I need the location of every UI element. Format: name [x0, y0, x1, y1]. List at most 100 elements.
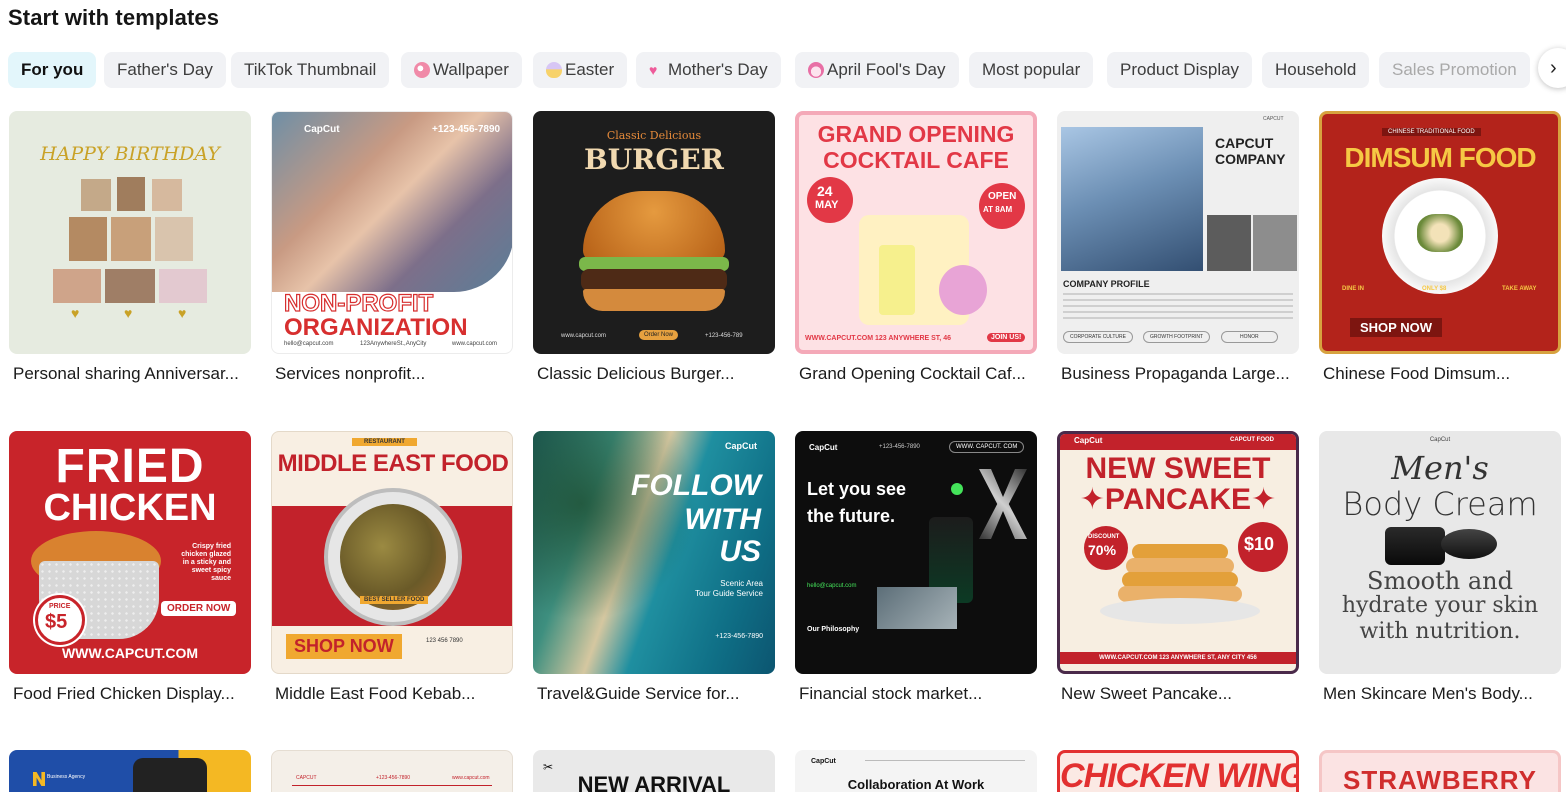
category-tabs: For you Father's Day TikTok Thumbnail Wa… — [8, 52, 1566, 88]
template-card[interactable]: Business Agency — [9, 750, 251, 792]
template-thumbnail[interactable]: CHICKEN WINGS — [1057, 750, 1299, 792]
thumb-button: SHOP NOW — [286, 634, 402, 659]
heart-icon: ♥ — [649, 62, 658, 78]
template-thumbnail[interactable]: STRAWBERRY — [1319, 750, 1561, 792]
template-thumbnail[interactable]: Classic Delicious BURGER www.capcut.com … — [533, 111, 775, 354]
thumb-site: www.capcut.com — [561, 333, 607, 339]
thumb-phone: +123-456-7890 — [432, 124, 501, 135]
template-title[interactable]: Food Fried Chicken Display... — [13, 684, 251, 704]
template-thumbnail[interactable]: CapCut FOLLOW WITH US Scenic Area Tour G… — [533, 431, 775, 674]
tab-most-popular[interactable]: Most popular — [969, 52, 1094, 88]
template-card[interactable]: GRAND OPENING COCKTAIL CAFE 24 MAY OPEN … — [795, 111, 1037, 384]
template-thumbnail[interactable]: HAPPY BIRTHDAY ♥ ♥ ♥ — [9, 111, 251, 354]
tab-label: Wallpaper — [433, 60, 509, 79]
thumb-brand: Business Agency — [47, 774, 86, 780]
template-card[interactable]: CapCut CAPCUT FOOD NEW SWEET ✦PANCAKE✦ D… — [1057, 431, 1299, 704]
thumb-date-month: MAY — [815, 199, 839, 211]
template-card[interactable]: STRAWBERRY — [1319, 750, 1561, 792]
template-card[interactable]: CapCut FOLLOW WITH US Scenic Area Tour G… — [533, 431, 775, 704]
template-title[interactable]: Chinese Food Dimsum... — [1323, 364, 1561, 384]
template-thumbnail[interactable]: CapCut +123-456-7890 NON-PROFIT ORGANIZA… — [271, 111, 513, 354]
template-title[interactable]: Financial stock market... — [799, 684, 1037, 704]
thumb-brand: CapCut — [304, 124, 340, 135]
thumb-philosophy: Our Philosophy — [807, 626, 860, 633]
template-thumbnail[interactable]: CHINESE TRADITIONAL FOOD DIMSUM FOOD DIN… — [1319, 111, 1561, 354]
template-title[interactable]: Middle East Food Kebab... — [275, 684, 513, 704]
thumb-brand: CapCut — [725, 441, 757, 451]
template-thumbnail[interactable]: GRAND OPENING COCKTAIL CAFE 24 MAY OPEN … — [795, 111, 1037, 354]
heart-icon: ♥ — [124, 305, 133, 321]
template-card[interactable]: CHINESE TRADITIONAL FOOD DIMSUM FOOD DIN… — [1319, 111, 1561, 384]
template-title[interactable]: Business Propaganda Large... — [1061, 364, 1299, 384]
thumb-line2: the future. — [807, 506, 895, 526]
template-card[interactable]: CapCut +123-456-7890 NON-PROFIT ORGANIZA… — [271, 111, 513, 384]
thumb-pct: 70% — [1088, 542, 1117, 558]
thumb-headline: NEW ARRIVAL — [577, 772, 731, 792]
template-card[interactable]: HAPPY BIRTHDAY ♥ ♥ ♥ Personal sharing An… — [9, 111, 251, 384]
template-title[interactable]: Classic Delicious Burger... — [537, 364, 775, 384]
thumb-site: WWW.CAPCUT.COM — [61, 645, 199, 661]
tab-label: Product Display — [1120, 60, 1240, 79]
thumb-desc: Crispy fried chicken glazed in a sticky … — [181, 543, 231, 582]
template-thumbnail[interactable]: CapCut +123-456-7890 WWW. CAPCUT. COM Le… — [795, 431, 1037, 674]
thumb-price: ONLY $8 — [1422, 286, 1447, 292]
tab-label: Household — [1275, 60, 1357, 79]
thumb-join: JOIN US! — [987, 333, 1026, 342]
template-card[interactable]: CapCut Collaboration At Work — [795, 750, 1037, 792]
thumb-brand: CapCut — [811, 758, 836, 765]
tab-sales-promotion[interactable]: Sales Promotion — [1379, 52, 1530, 88]
template-card[interactable]: Classic Delicious BURGER www.capcut.com … — [533, 111, 775, 384]
template-title[interactable]: Personal sharing Anniversar... — [13, 364, 251, 384]
thumb-line3: US — [719, 535, 761, 568]
tab-wallpaper[interactable]: Wallpaper — [401, 52, 522, 88]
thumb-brand: CapCut — [1074, 436, 1103, 445]
thumb-headline: Collaboration At Work — [847, 777, 985, 792]
thumb-line2: ORGANIZATION — [284, 314, 468, 341]
template-title[interactable]: Grand Opening Cocktail Caf... — [799, 364, 1037, 384]
template-card[interactable]: CHICKEN WINGS — [1057, 750, 1299, 792]
template-card[interactable]: CapCut +123-456-7890 WWW. CAPCUT. COM Le… — [795, 431, 1037, 704]
thumb-price-label: PRICE — [49, 603, 71, 610]
template-thumbnail[interactable]: CAPCUT CAPCUT COMPANY COMPANY PROFILE CO… — [1057, 111, 1299, 354]
thumb-phone: +123-456-7890 — [376, 775, 411, 781]
template-card[interactable]: CapCut Men's Body Cream Smooth and hydra… — [1319, 431, 1561, 704]
thumb-line3: Smooth and — [1367, 567, 1513, 595]
tab-easter[interactable]: Easter — [533, 52, 628, 88]
thumb-button: SHOP NOW — [1350, 318, 1442, 337]
template-thumbnail[interactable]: CapCut Men's Body Cream Smooth and hydra… — [1319, 431, 1561, 674]
template-card[interactable]: FRIED CHICKEN Crispy fried chicken glaze… — [9, 431, 251, 704]
template-thumbnail[interactable]: CAPCUT +123-456-7890 www.capcut.com — [271, 750, 513, 792]
thumb-tag3: HONOR — [1221, 331, 1278, 343]
tab-label: Sales Promotion — [1392, 60, 1517, 79]
thumb-price: $5 — [45, 611, 68, 633]
thumb-dine: DINE IN — [1342, 286, 1365, 292]
tab-mothers-day[interactable]: ♥ Mother's Day — [636, 52, 781, 88]
template-thumbnail[interactable]: Business Agency — [9, 750, 251, 792]
tab-label: Most popular — [982, 60, 1081, 79]
tab-label: April Fool's Day — [827, 60, 946, 79]
template-thumbnail[interactable]: RESTAURANT MIDDLE EAST FOOD BEST SELLER … — [271, 431, 513, 674]
template-title[interactable]: Services nonprofit... — [275, 364, 513, 384]
tab-fathers-day[interactable]: Father's Day — [104, 52, 226, 88]
tab-for-you[interactable]: For you — [8, 52, 97, 88]
thumb-headline: BURGER — [584, 143, 724, 176]
template-title[interactable]: Travel&Guide Service for... — [537, 684, 775, 704]
tab-product-display[interactable]: Product Display — [1107, 52, 1253, 88]
thumb-headline: CHICKEN WINGS — [1060, 757, 1296, 792]
template-thumbnail[interactable]: ✂ NEW ARRIVAL — [533, 750, 775, 792]
template-title[interactable]: New Sweet Pancake... — [1061, 684, 1299, 704]
tab-tiktok-thumbnail[interactable]: TikTok Thumbnail — [231, 52, 390, 88]
tab-household[interactable]: Household — [1262, 52, 1370, 88]
thumb-discount: DISCOUNT — [1088, 534, 1120, 540]
thumb-line2: ✦PANCAKE✦ — [1079, 483, 1277, 516]
template-thumbnail[interactable]: FRIED CHICKEN Crispy fried chicken glaze… — [9, 431, 251, 674]
template-card[interactable]: CAPCUT +123-456-7890 www.capcut.com — [271, 750, 513, 792]
template-card[interactable]: ✂ NEW ARRIVAL — [533, 750, 775, 792]
template-thumbnail[interactable]: CapCut Collaboration At Work — [795, 750, 1037, 792]
template-card[interactable]: RESTAURANT MIDDLE EAST FOOD BEST SELLER … — [271, 431, 513, 704]
template-title[interactable]: Men Skincare Men's Body... — [1323, 684, 1561, 704]
template-card[interactable]: CAPCUT CAPCUT COMPANY COMPANY PROFILE CO… — [1057, 111, 1299, 384]
thumb-address: 123AnywhereSt.,AnyCity — [360, 341, 427, 347]
tab-april-fools-day[interactable]: April Fool's Day — [795, 52, 959, 88]
template-thumbnail[interactable]: CapCut CAPCUT FOOD NEW SWEET ✦PANCAKE✦ D… — [1057, 431, 1299, 674]
